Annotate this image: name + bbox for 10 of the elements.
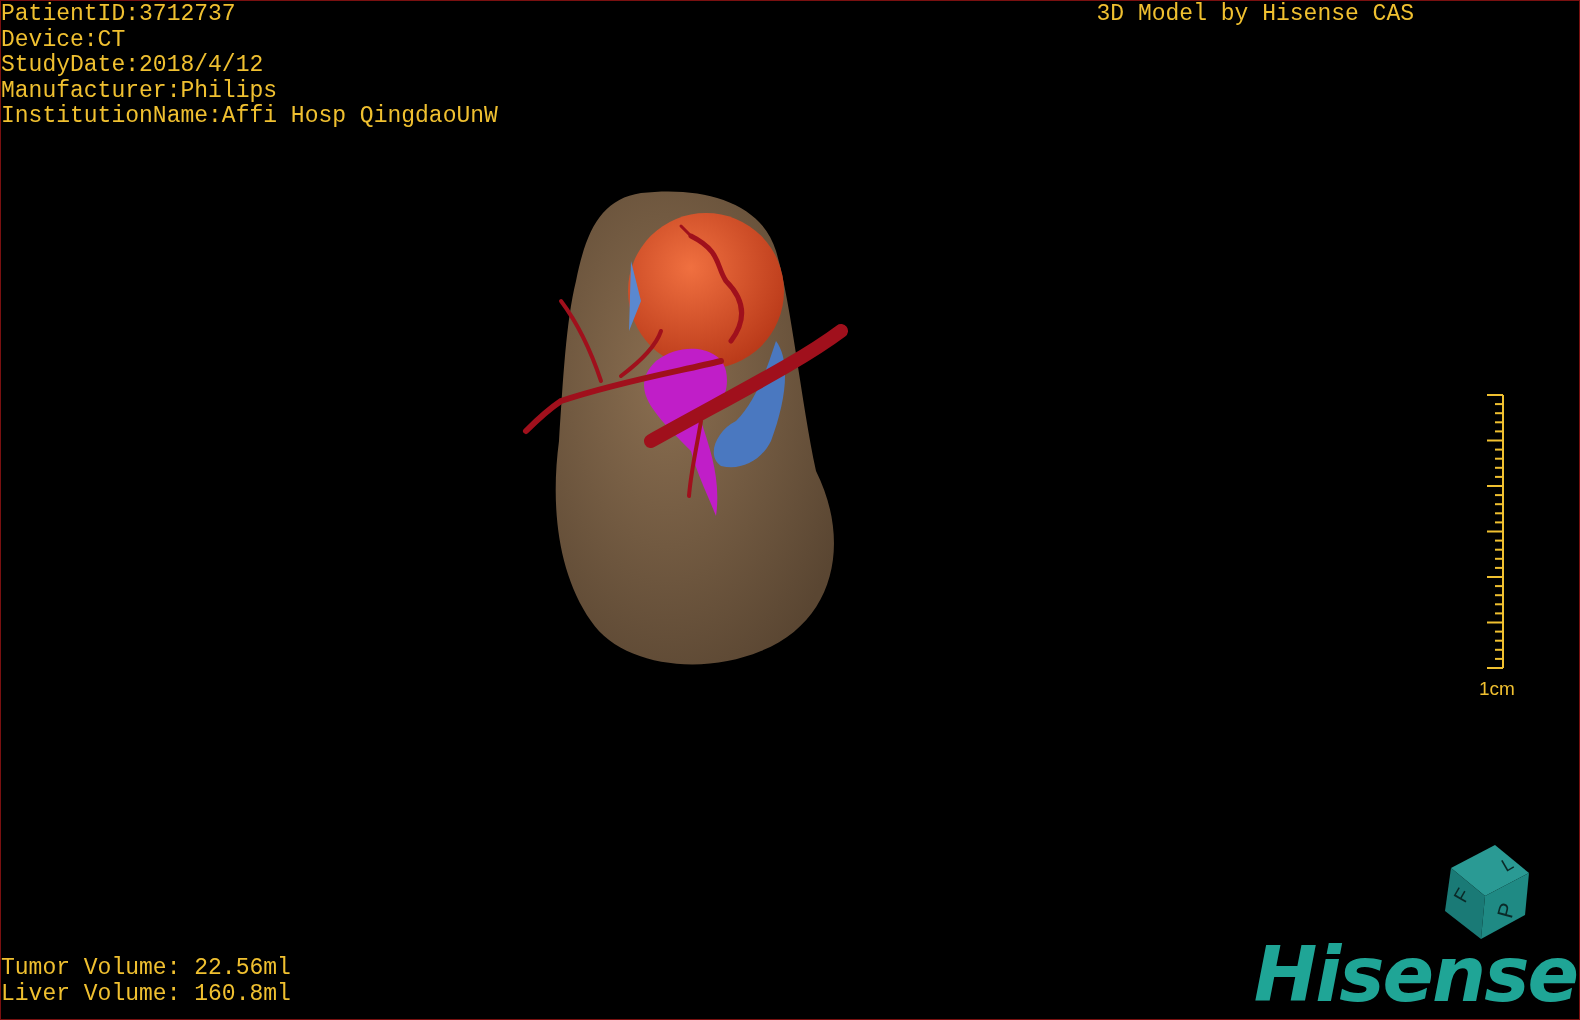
- viewer-title: 3D Model by Hisense CAS: [1096, 2, 1414, 28]
- study-info-text: StudyDate:2018/4/12: [1, 53, 265, 79]
- study-info-text: Device:CT: [1, 27, 127, 53]
- volume-text: Liver Volume: 160.8ml: [1, 981, 291, 1007]
- volume-text: Tumor Volume: 22.56ml: [1, 956, 291, 982]
- brand-logo: Hisense: [1253, 943, 1577, 1007]
- study-info-text: PatientID:3712737: [1, 2, 237, 28]
- study-info-text: InstitutionName:Affi Hosp QingdaoUnW: [1, 104, 498, 130]
- scale-label: 1cm: [1479, 678, 1515, 700]
- study-info-text: Manufacturer:Philips: [1, 78, 279, 104]
